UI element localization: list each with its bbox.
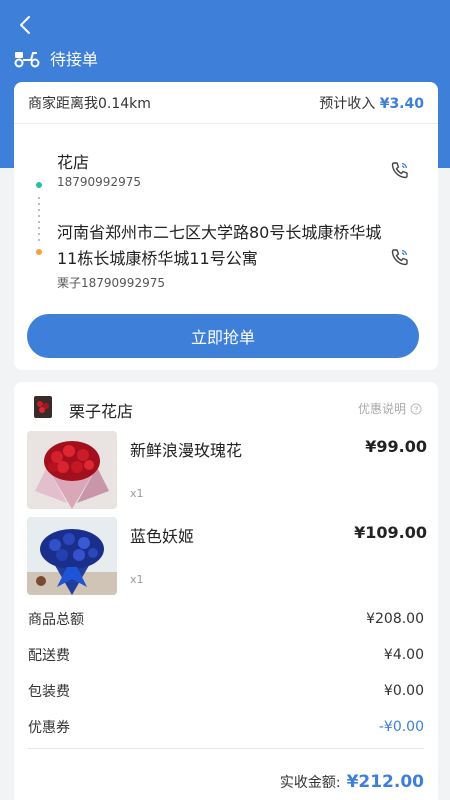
pickup-name: 花店 — [57, 153, 90, 172]
estimated-income-value: ¥3.40 — [379, 95, 424, 112]
delivery-fee-label: 配送费 — [28, 648, 70, 664]
rose-bouquet-image — [27, 431, 117, 509]
store-header: 栗子花店 优惠说明 — [14, 382, 438, 430]
actual-amount: 实收金额: ¥212.00 — [280, 772, 424, 792]
grab-order-button[interactable]: 立即抢单 — [27, 314, 419, 358]
question-icon — [410, 403, 422, 414]
order-card: 商家距离我0.14km 预计收入 ¥3.40 花店 18790992975 河南… — [14, 82, 438, 370]
coupon-value: -¥0.00 — [378, 719, 424, 735]
actual-amount-value: ¥212.00 — [346, 772, 424, 792]
order-status: 待接单 — [14, 46, 98, 70]
packing-fee-label: 包装费 — [28, 684, 70, 700]
product-quantity: x1 — [130, 487, 144, 500]
product-name: 新鲜浪漫玫瑰花 — [130, 441, 243, 460]
status-label: 待接单 — [50, 50, 99, 69]
estimated-income-label: 预计收入 — [319, 95, 376, 112]
product-name: 蓝色妖姬 — [130, 527, 195, 546]
estimated-income: 预计收入 ¥3.40 — [319, 93, 424, 113]
product-item[interactable]: 新鲜浪漫玫瑰花 ¥99.00 x1 — [27, 431, 427, 509]
packing-fee-row: 包装费 ¥0.00 — [28, 681, 424, 701]
goods-total-label: 商品总额 — [28, 612, 84, 628]
promo-info-link[interactable]: 优惠说明 — [358, 400, 422, 417]
goods-total-value: ¥208.00 — [366, 611, 424, 627]
goods-total-row: 商品总额 ¥208.00 — [28, 609, 424, 629]
product-item[interactable]: 蓝色妖姬 ¥109.00 x1 — [27, 517, 427, 595]
call-customer-icon[interactable] — [390, 247, 410, 267]
dropoff-contact: 栗子18790992975 — [57, 276, 165, 290]
order-detail-card: 栗子花店 优惠说明 新鲜浪漫玫瑰花 ¥99.00 x1 蓝色妖姬 ¥109.00… — [14, 382, 438, 800]
route-line — [38, 195, 40, 243]
scooter-icon — [14, 52, 40, 68]
coupon-label: 优惠券 — [28, 720, 70, 736]
divider — [28, 748, 424, 749]
packing-fee-value: ¥0.00 — [383, 683, 424, 699]
product-price: ¥109.00 — [354, 523, 427, 542]
pickup-phone: 18790992975 — [57, 175, 141, 189]
pickup-dot — [36, 182, 42, 188]
product-quantity: x1 — [130, 573, 144, 586]
actual-amount-label: 实收金额: — [279, 775, 341, 791]
dropoff-address: 河南省郑州市二七区大学路80号长城康桥华城11栋长城康桥华城11号公寓 — [57, 223, 382, 268]
back-arrow-icon[interactable] — [14, 12, 38, 38]
order-summary-bar: 商家距离我0.14km 预计收入 ¥3.40 — [14, 82, 438, 124]
call-pickup-icon[interactable] — [390, 160, 410, 180]
dropoff-dot — [36, 249, 42, 255]
blue-rose-bouquet-image — [27, 517, 117, 595]
promo-label: 优惠说明 — [357, 402, 406, 416]
coupon-row: 优惠券 -¥0.00 — [28, 717, 424, 737]
product-price: ¥99.00 — [365, 437, 427, 456]
delivery-fee-value: ¥4.00 — [383, 647, 424, 663]
delivery-fee-row: 配送费 ¥4.00 — [28, 645, 424, 665]
store-logo — [34, 396, 52, 418]
distance-text: 商家距离我0.14km — [28, 95, 151, 112]
store-name: 栗子花店 — [69, 402, 134, 421]
